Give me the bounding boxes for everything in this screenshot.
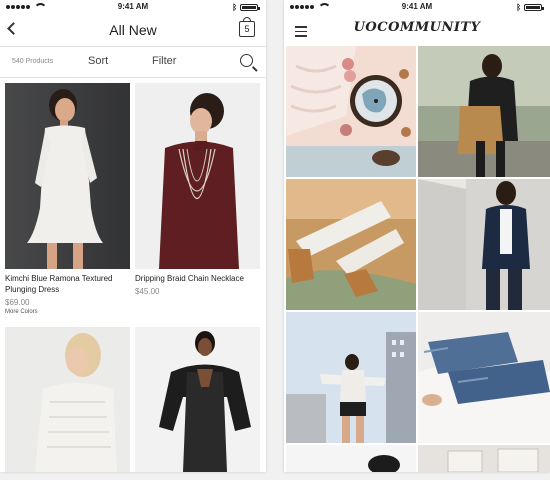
more-colors-label[interactable]: More Colors: [5, 309, 130, 315]
status-time: 9:41 AM: [401, 2, 433, 11]
shopping-bag-icon[interactable]: 5: [239, 17, 255, 37]
product-card[interactable]: Kimchi Blue Ramona Textured Plunging Dre…: [5, 83, 130, 315]
nav-bar: UOCOMMUNITY: [284, 14, 550, 46]
product-name[interactable]: Kimchi Blue Ramona Textured Plunging Dre…: [5, 273, 130, 295]
product-name[interactable]: Dripping Braid Chain Necklace: [135, 273, 260, 284]
product-image[interactable]: [5, 327, 130, 472]
feed-photo[interactable]: [418, 312, 550, 443]
brand-logo: UOCOMMUNITY: [353, 20, 481, 35]
product-count: 540 Products: [12, 58, 54, 65]
bluetooth-icon: ᛒ: [232, 3, 237, 12]
status-bar: 9:41 AM ᛒ: [0, 0, 266, 14]
product-price: $69.00: [5, 298, 30, 307]
toolbar: 540 Products Sort Filter: [0, 47, 266, 78]
photo-grid: [284, 46, 550, 472]
battery-icon: [524, 4, 544, 11]
product-image[interactable]: [135, 327, 260, 472]
status-time: 9:41 AM: [117, 2, 149, 11]
battery-icon: [240, 4, 260, 11]
filter-button[interactable]: Filter: [152, 55, 176, 67]
product-card[interactable]: Dripping Braid Chain Necklace $45.00: [135, 83, 260, 296]
product-image[interactable]: [135, 83, 260, 269]
feed-photo[interactable]: [286, 445, 416, 472]
feed-photo[interactable]: [286, 179, 416, 310]
page-title: All New: [109, 22, 157, 38]
product-price: $45.00: [135, 287, 160, 296]
sort-button[interactable]: Sort: [88, 55, 108, 67]
nav-bar: All New 5: [0, 14, 266, 47]
feed-photo[interactable]: [286, 312, 416, 443]
status-bar: 9:41 AM ᛒ: [284, 0, 550, 14]
product-image[interactable]: [5, 83, 130, 269]
community-feed-screen: 9:41 AM ᛒ UOCOMMUNITY: [284, 0, 550, 472]
feed-photo[interactable]: [418, 445, 550, 472]
feed-photo[interactable]: [418, 179, 550, 310]
feed-photo[interactable]: [418, 46, 550, 177]
product-list-screen: 9:41 AM ᛒ All New 5 540 Products Sort Fi…: [0, 0, 266, 472]
feed-photo[interactable]: [286, 46, 416, 177]
product-card[interactable]: [5, 327, 130, 472]
bluetooth-icon: ᛒ: [516, 3, 521, 12]
product-card[interactable]: [135, 327, 260, 472]
search-icon[interactable]: [240, 54, 253, 67]
